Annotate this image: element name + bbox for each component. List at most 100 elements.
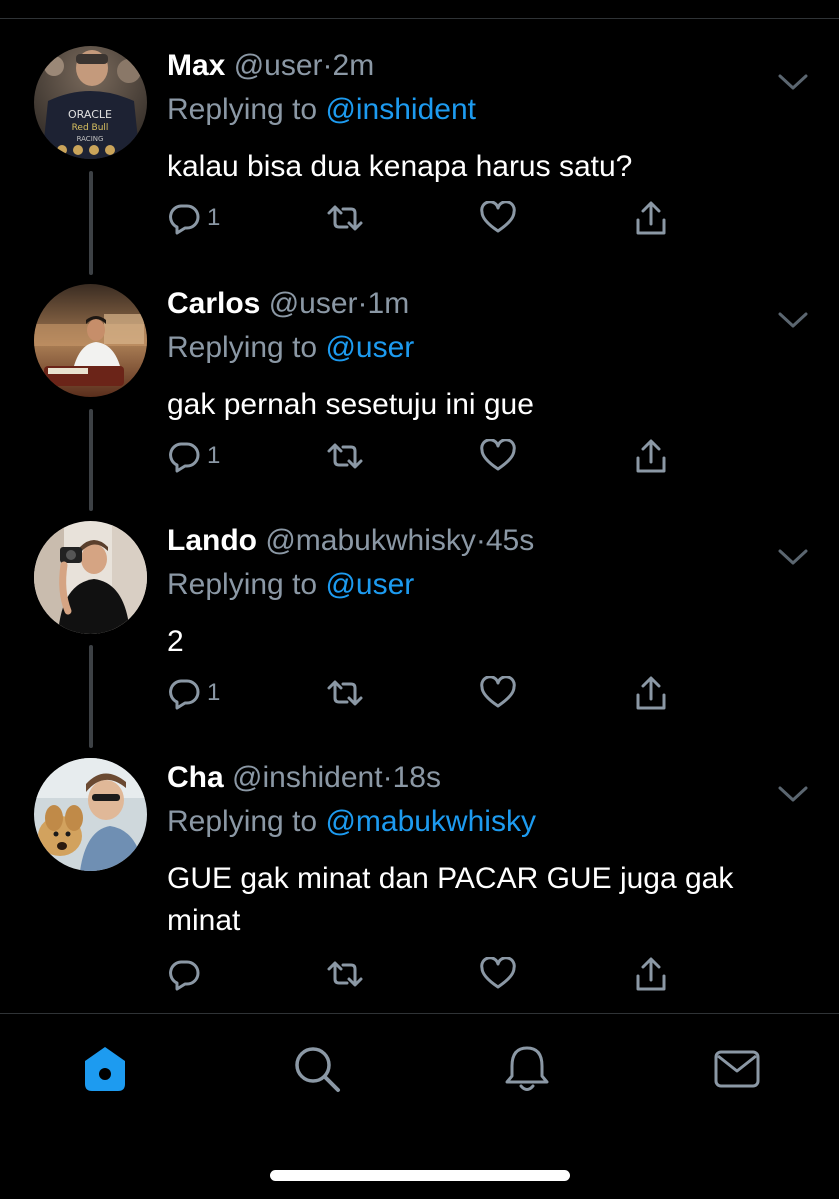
user-handle[interactable]: @inshident xyxy=(232,761,383,794)
tab-search[interactable] xyxy=(292,1044,342,1094)
tweet-item[interactable]: Lando @mabukwhisky·45s Replying to @user… xyxy=(0,497,839,733)
display-name[interactable]: Carlos xyxy=(167,287,260,320)
reply-icon xyxy=(169,679,200,710)
mention-link[interactable]: @user xyxy=(325,568,414,601)
share-icon xyxy=(636,957,666,991)
reply-count: 1 xyxy=(207,204,221,231)
replying-to-label: Replying to xyxy=(167,805,326,838)
display-name[interactable]: Lando xyxy=(167,524,257,557)
tweet-text: gak pernah sesetuju ini gue xyxy=(167,388,534,421)
heart-icon xyxy=(480,676,516,708)
chevron-down-icon[interactable] xyxy=(776,784,810,804)
top-divider xyxy=(0,18,839,19)
separator-dot: · xyxy=(382,761,393,794)
share-button[interactable] xyxy=(634,954,668,994)
retweet-icon xyxy=(327,961,363,987)
messages-icon xyxy=(714,1050,760,1088)
svg-text:Red Bull: Red Bull xyxy=(72,123,109,133)
replying-to-label: Replying to xyxy=(167,568,326,601)
user-handle[interactable]: @mabukwhisky xyxy=(265,524,476,557)
avatar[interactable] xyxy=(34,758,147,871)
tweet-header: Cha @inshident·18s xyxy=(167,760,441,796)
tweet-header: Carlos @user·1m xyxy=(167,286,409,322)
heart-icon xyxy=(480,957,516,989)
reply-button[interactable] xyxy=(167,954,207,994)
tab-home[interactable] xyxy=(80,1044,130,1094)
replying-to: Replying to @user xyxy=(167,330,414,366)
timestamp[interactable]: 2m xyxy=(333,49,375,82)
retweet-icon xyxy=(327,205,363,231)
retweet-button[interactable] xyxy=(325,673,365,713)
replying-to: Replying to @mabukwhisky xyxy=(167,804,536,840)
avatar[interactable] xyxy=(34,284,147,397)
avatar[interactable] xyxy=(34,521,147,634)
timestamp[interactable]: 1m xyxy=(368,287,410,320)
reply-icon xyxy=(169,442,200,473)
tweet-actions: 1 xyxy=(167,436,687,476)
tweet-item[interactable]: Cha @inshident·18s Replying to @mabukwhi… xyxy=(0,734,839,1012)
home-icon xyxy=(85,1047,125,1091)
mention-link[interactable]: @mabukwhisky xyxy=(325,805,536,838)
reply-icon xyxy=(169,960,200,991)
user-handle[interactable]: @user xyxy=(269,287,358,320)
tweet-item[interactable]: ORACLE Red Bull RACING Max @user·2m Repl… xyxy=(0,22,839,262)
like-button[interactable] xyxy=(480,198,516,238)
replying-to-label: Replying to xyxy=(167,93,326,126)
reply-icon xyxy=(169,204,200,235)
tweet-header: Lando @mabukwhisky·45s xyxy=(167,523,534,559)
reply-count: 1 xyxy=(207,679,221,706)
search-icon xyxy=(295,1047,340,1092)
heart-icon xyxy=(480,439,516,471)
tab-notifications[interactable] xyxy=(502,1044,552,1094)
retweet-button[interactable] xyxy=(325,198,365,238)
tweet-text: kalau bisa dua kenapa harus satu? xyxy=(167,150,633,183)
display-name[interactable]: Max xyxy=(167,49,225,82)
replying-to: Replying to @inshident xyxy=(167,92,476,128)
svg-text:RACING: RACING xyxy=(77,135,104,143)
tweet-text: 2 xyxy=(167,625,184,658)
separator-dot: · xyxy=(357,287,368,320)
separator-dot: · xyxy=(475,524,486,557)
share-button[interactable] xyxy=(634,673,668,713)
retweet-icon xyxy=(327,680,363,706)
chevron-down-icon[interactable] xyxy=(776,310,810,330)
replying-to-label: Replying to xyxy=(167,331,326,364)
svg-text:ORACLE: ORACLE xyxy=(68,108,112,121)
user-handle[interactable]: @user xyxy=(234,49,323,82)
home-indicator[interactable] xyxy=(270,1170,570,1181)
tweet-item[interactable]: Carlos @user·1m Replying to @user gak pe… xyxy=(0,260,839,496)
heart-icon xyxy=(480,201,516,233)
mention-link[interactable]: @inshident xyxy=(325,93,476,126)
replying-to: Replying to @user xyxy=(167,567,414,603)
tweet-actions xyxy=(167,954,687,994)
timestamp[interactable]: 18s xyxy=(393,761,441,794)
retweet-button[interactable] xyxy=(325,436,365,476)
chevron-down-icon[interactable] xyxy=(776,547,810,567)
reply-button[interactable]: 1 xyxy=(167,436,220,476)
tweet-actions: 1 xyxy=(167,673,687,713)
tweet-header: Max @user·2m xyxy=(167,48,374,84)
like-button[interactable] xyxy=(480,954,516,994)
timestamp[interactable]: 45s xyxy=(486,524,534,557)
reply-count: 1 xyxy=(207,442,221,469)
avatar[interactable]: ORACLE Red Bull RACING xyxy=(34,46,147,159)
tweet-text: GUE gak minat dan PACAR GUE juga gak min… xyxy=(167,862,734,937)
chevron-down-icon[interactable] xyxy=(776,72,810,92)
like-button[interactable] xyxy=(480,673,516,713)
separator-dot: · xyxy=(322,49,333,82)
share-icon xyxy=(636,676,666,710)
retweet-icon xyxy=(327,443,363,469)
like-button[interactable] xyxy=(480,436,516,476)
mention-link[interactable]: @user xyxy=(325,331,414,364)
share-button[interactable] xyxy=(634,198,668,238)
tab-messages[interactable] xyxy=(712,1044,762,1094)
retweet-button[interactable] xyxy=(325,954,365,994)
reply-button[interactable]: 1 xyxy=(167,673,220,713)
share-button[interactable] xyxy=(634,436,668,476)
bottom-tab-bar xyxy=(0,1014,839,1124)
notifications-icon xyxy=(505,1046,549,1091)
reply-button[interactable]: 1 xyxy=(167,198,220,238)
share-icon xyxy=(636,201,666,235)
share-icon xyxy=(636,439,666,473)
display-name[interactable]: Cha xyxy=(167,761,224,794)
